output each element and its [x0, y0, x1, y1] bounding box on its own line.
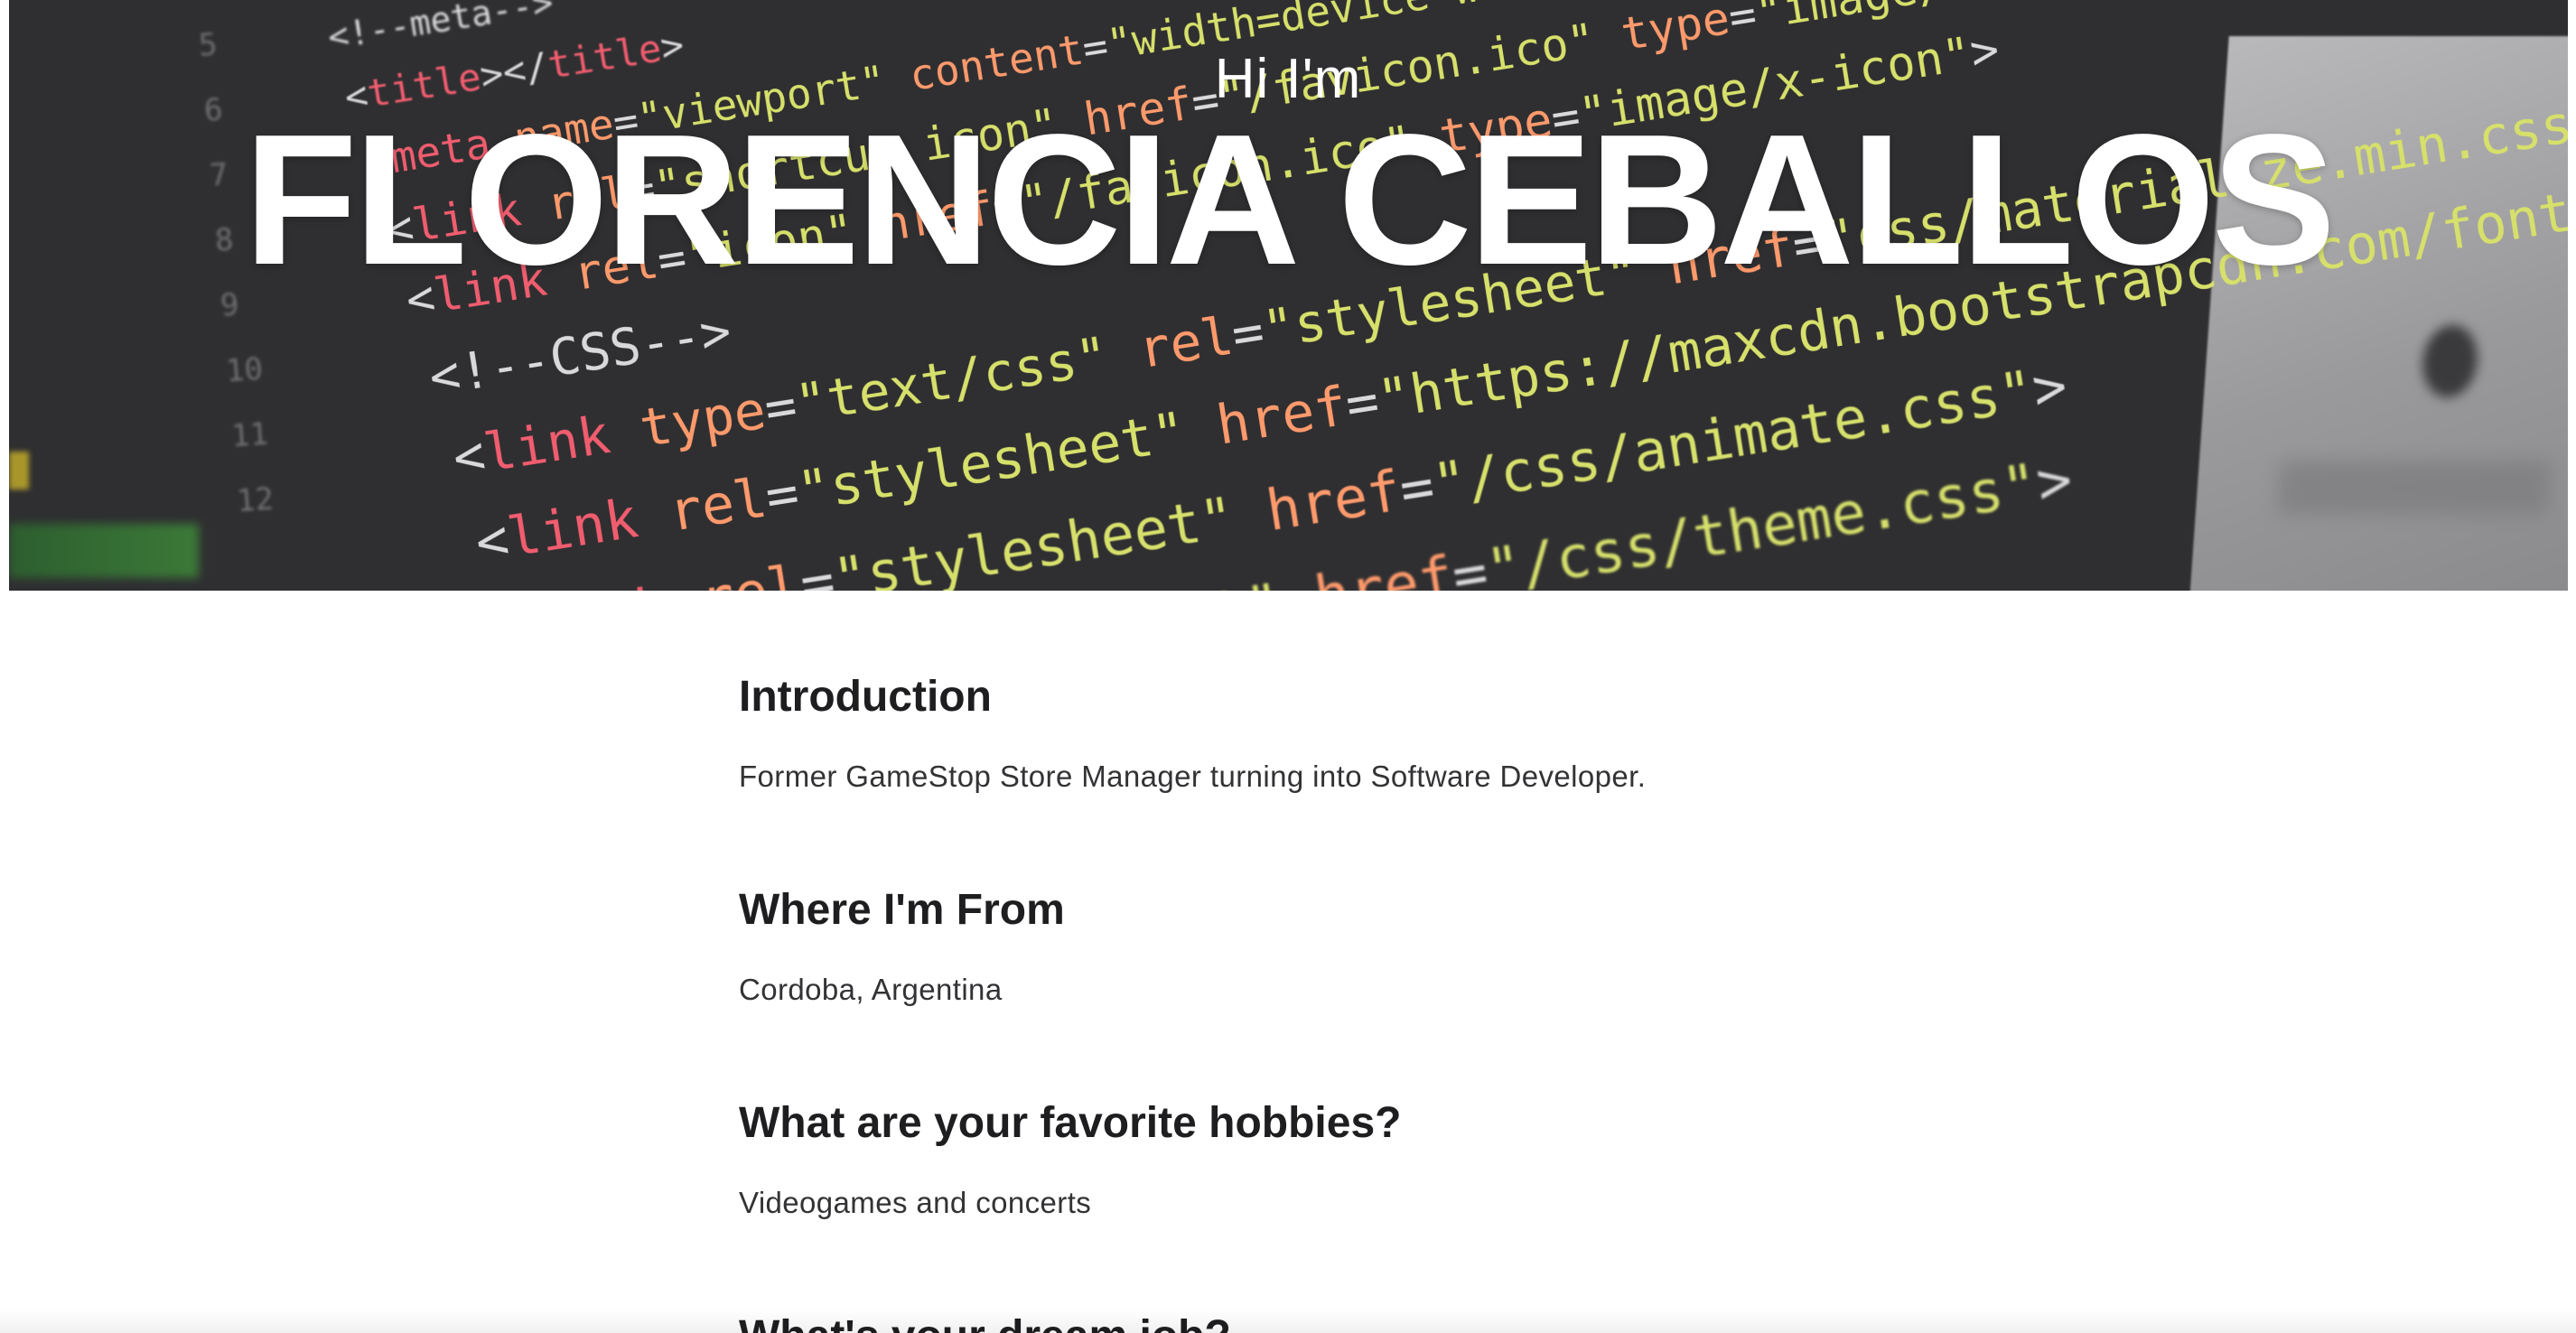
section-heading: Introduction — [739, 673, 992, 721]
code-line: <!--meta--> — [325, 0, 555, 57]
hero-background-decoration — [9, 452, 29, 489]
section-body: Former GameStop Store Manager turning in… — [739, 760, 1647, 793]
code-token: rel — [1134, 304, 1237, 381]
code-line-number: 10 — [224, 350, 265, 390]
section-dream-job: What's your dream job? — [739, 1311, 1913, 1333]
section-hobbies: What are your favorite hobbies? Videogam… — [739, 1098, 1913, 1221]
page: 5 6 7 8 9 10 11 12 <!--meta--> <title></title> <m… — [0, 0, 2576, 1333]
section-introduction: Introduction Former GameStop Store Manag… — [739, 672, 1913, 795]
section-heading: What are your favorite hobbies? — [739, 1099, 1402, 1147]
section-heading: What's your dream job? — [739, 1311, 1913, 1333]
hero-background-decoration — [2276, 461, 2552, 515]
hero-background-decoration — [2420, 325, 2480, 397]
main-content: Introduction Former GameStop Store Manag… — [739, 672, 1913, 1333]
code-token: link — [480, 398, 646, 484]
section-body: Videogames and concerts — [739, 1186, 1092, 1219]
code-token: rel — [695, 553, 806, 591]
code-token: href — [1262, 457, 1405, 545]
code-line-number: 12 — [235, 480, 275, 520]
code-token: link — [529, 568, 706, 591]
code-token: href — [1310, 544, 1459, 591]
section-heading: Where I'm From — [739, 886, 1065, 934]
section-where-from: Where I'm From Cordoba, Argentina — [739, 885, 1913, 1008]
code-token: rel — [664, 466, 771, 545]
code-line-number: 11 — [229, 415, 270, 455]
hero-name-title: FLORENCIA CEBALLOS — [243, 96, 2336, 303]
hero-background-decoration — [9, 524, 199, 578]
code-token: type — [635, 378, 770, 460]
section-body: Cordoba, Argentina — [739, 973, 1003, 1006]
code-token: link — [503, 481, 675, 570]
code-token: href — [1212, 374, 1351, 458]
